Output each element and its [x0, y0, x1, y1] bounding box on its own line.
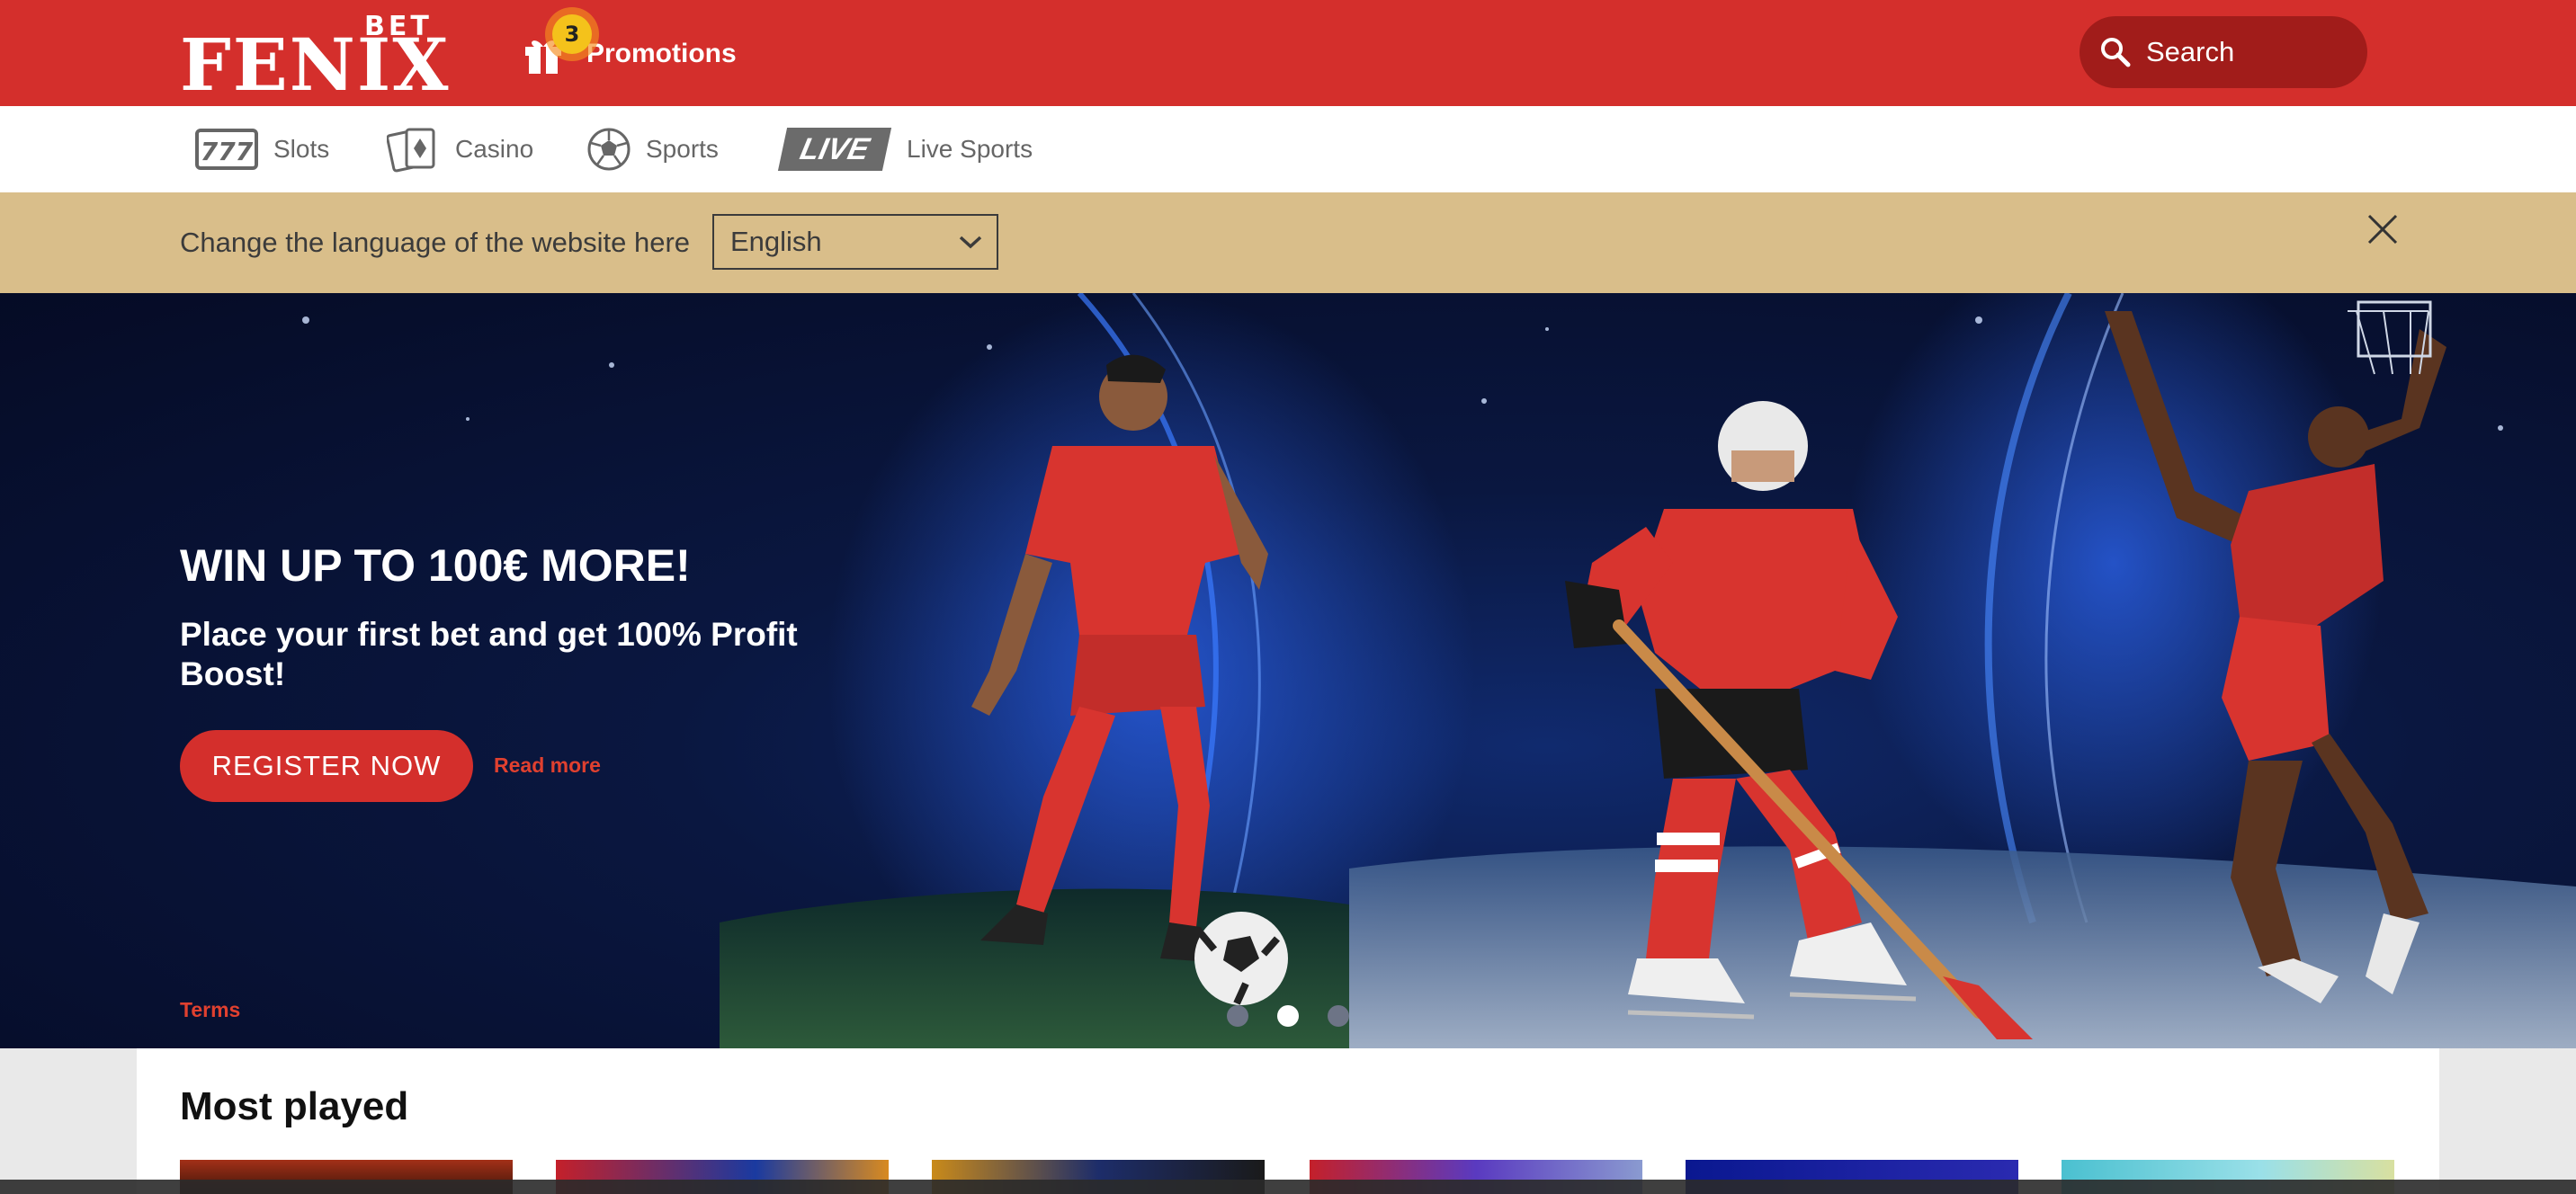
- logo-fenix-text: FENIX: [180, 22, 451, 107]
- language-prompt: Change the language of the website here: [180, 227, 691, 258]
- promotions-link[interactable]: 3 Promotions: [522, 9, 737, 99]
- nav-item-slots[interactable]: 777 Slots: [194, 106, 329, 192]
- soccer-ball-icon: [587, 128, 631, 171]
- read-more-link[interactable]: Read more: [494, 753, 601, 778]
- language-selected-value: English: [730, 226, 822, 257]
- search-placeholder: Search: [2146, 36, 2235, 67]
- slots-777-icon: 777: [195, 129, 258, 170]
- carousel-dot-1[interactable]: [1227, 1005, 1248, 1027]
- chevron-down-icon: [959, 236, 982, 249]
- close-icon[interactable]: [2360, 207, 2405, 252]
- register-now-button[interactable]: REGISTER NOW: [180, 730, 473, 802]
- hero-title: WIN UP TO 100€ MORE!: [180, 540, 691, 591]
- nav-label-sports: Sports: [646, 135, 719, 163]
- nav-label-slots: Slots: [273, 135, 330, 163]
- cards-icon: [387, 128, 435, 173]
- nav-item-live-sports[interactable]: LIVE Live Sports: [777, 106, 1033, 192]
- language-select[interactable]: English: [712, 214, 998, 270]
- terms-link[interactable]: Terms: [180, 998, 240, 1022]
- nav-item-sports[interactable]: Sports: [586, 106, 719, 192]
- svg-text:777: 777: [201, 137, 254, 166]
- carousel-dot-2[interactable]: [1277, 1005, 1299, 1027]
- search-input[interactable]: Search: [2080, 16, 2367, 88]
- nav-label-casino: Casino: [455, 135, 534, 163]
- search-icon: [2101, 38, 2131, 67]
- hero-subtitle: Place your first bet and get 100% Profit…: [180, 616, 798, 692]
- carousel-dot-3[interactable]: [1328, 1005, 1349, 1027]
- gift-icon: 3: [522, 14, 592, 76]
- carousel-dots: [1227, 1005, 1349, 1027]
- promotions-label: Promotions: [586, 39, 737, 68]
- top-header: BET FENIX 3 Promotions Search: [0, 0, 2576, 106]
- language-banner: Change the language of the website here …: [0, 192, 2576, 293]
- category-nav: 777 Slots Casino Sports LIVE Live Sports: [0, 106, 2576, 192]
- betfenix-logo[interactable]: BET FENIX: [180, 11, 472, 101]
- promotions-count-badge: 3: [552, 14, 592, 54]
- live-tag-icon: LIVE: [777, 128, 892, 171]
- hero-banner[interactable]: WIN UP TO 100€ MORE! Place your first be…: [0, 293, 2576, 1048]
- most-played-title: Most played: [180, 1084, 409, 1128]
- nav-label-live-sports: Live Sports: [907, 135, 1033, 163]
- bottom-bar: [0, 1180, 2576, 1194]
- nav-item-casino[interactable]: Casino: [387, 106, 533, 192]
